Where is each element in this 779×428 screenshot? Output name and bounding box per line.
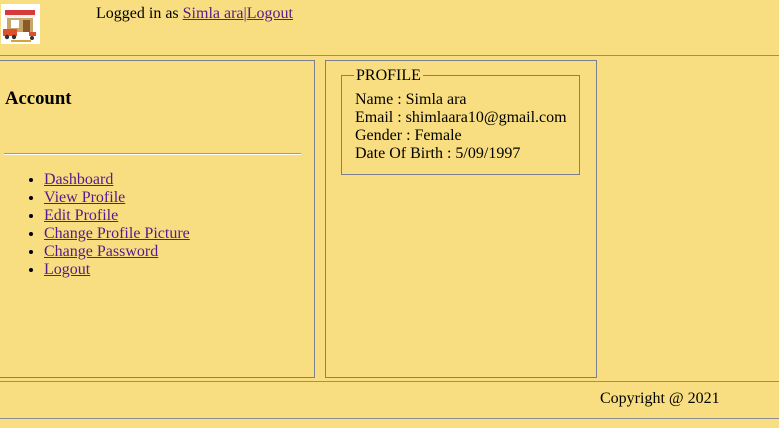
- account-sidebar: Account Dashboard View Profile Edit Prof…: [0, 60, 315, 378]
- sidebar-item-logout: Logout: [44, 261, 190, 279]
- footer-bottom-divider: [0, 418, 779, 419]
- logged-in-prefix: Logged in as: [96, 5, 183, 22]
- dashboard-link[interactable]: Dashboard: [44, 171, 113, 188]
- main-content-panel: PROFILE Name : Simla ara Email : shimlaa…: [325, 60, 597, 378]
- shop-cart-logo-icon: [1, 4, 40, 44]
- change-profile-picture-link[interactable]: Change Profile Picture: [44, 225, 190, 242]
- profile-gender: Gender : Female: [355, 127, 462, 144]
- footer-top-divider: [0, 381, 779, 382]
- header-divider: [0, 55, 779, 56]
- profile-legend: PROFILE: [354, 67, 423, 85]
- edit-profile-link[interactable]: Edit Profile: [44, 207, 118, 224]
- sidebar-menu: Dashboard View Profile Edit Profile Chan…: [0, 171, 190, 279]
- sidebar-item-view-profile: View Profile: [44, 189, 190, 207]
- sidebar-title: Account: [5, 88, 72, 109]
- username-link[interactable]: Simla ara: [183, 5, 244, 22]
- view-profile-link[interactable]: View Profile: [44, 189, 125, 206]
- sidebar-item-dashboard: Dashboard: [44, 171, 190, 189]
- profile-details: Name : Simla ara Email : shimlaara10@gma…: [355, 91, 567, 163]
- sidebar-item-change-picture: Change Profile Picture: [44, 225, 190, 243]
- login-status: Logged in as Simla ara|Logout: [96, 5, 293, 23]
- sidebar-logout-link[interactable]: Logout: [44, 261, 90, 278]
- profile-fieldset: PROFILE Name : Simla ara Email : shimlaa…: [341, 67, 580, 175]
- profile-dob: Date Of Birth : 5/09/1997: [355, 145, 521, 162]
- sidebar-item-edit-profile: Edit Profile: [44, 207, 190, 225]
- sidebar-divider: [4, 153, 301, 155]
- profile-name: Name : Simla ara: [355, 91, 467, 108]
- change-password-link[interactable]: Change Password: [44, 243, 158, 260]
- copyright-text: Copyright @ 2021: [600, 390, 720, 407]
- header-logout-link[interactable]: Logout: [247, 5, 293, 22]
- sidebar-item-change-password: Change Password: [44, 243, 190, 261]
- profile-email: Email : shimlaara10@gmail.com: [355, 109, 567, 126]
